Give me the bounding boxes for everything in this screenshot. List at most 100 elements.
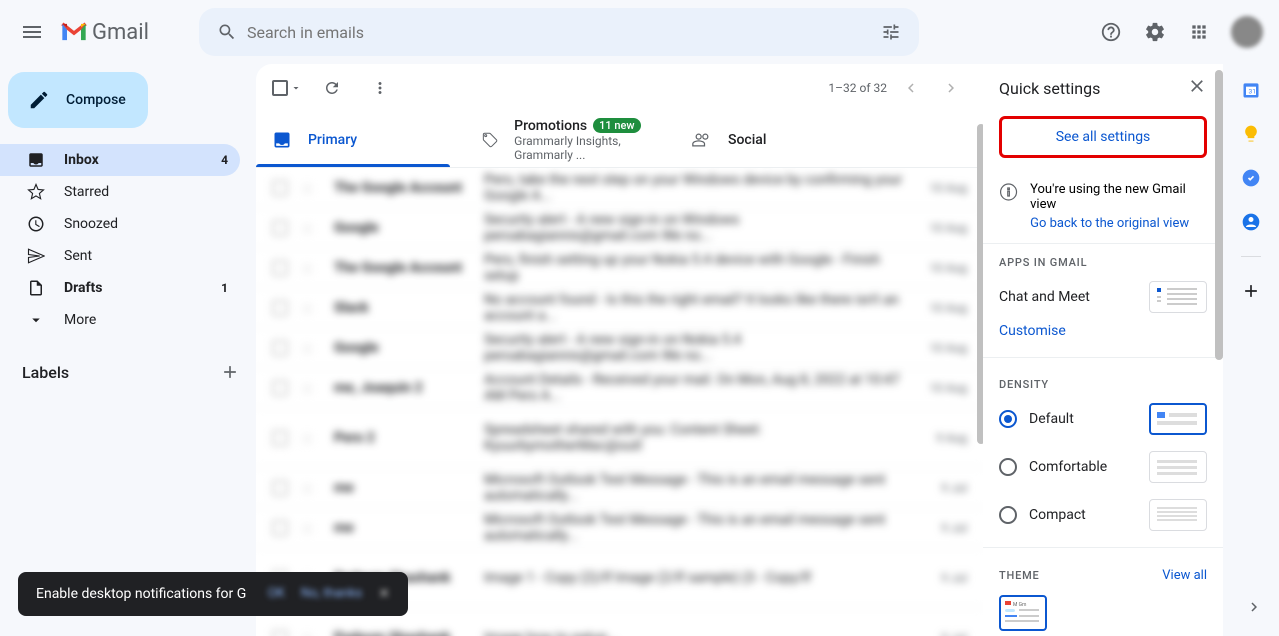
tab-promotions[interactable]: Promotions 11 new Grammarly Insights, Gr… — [466, 112, 676, 167]
email-row[interactable]: ☆GoogleSecurity alert - A new sign-in on… — [256, 208, 983, 248]
search-bar — [199, 8, 919, 56]
refresh-button[interactable] — [322, 78, 342, 98]
density-thumbnail — [1149, 499, 1207, 531]
email-row[interactable]: ☆meMicrosoft Outlook Test Message - This… — [256, 508, 983, 548]
contacts-app-icon[interactable] — [1241, 212, 1261, 232]
tab-label: Primary — [308, 132, 357, 148]
nav-count: 4 — [221, 153, 228, 167]
qs-title: Quick settings — [999, 79, 1100, 98]
radio-icon — [999, 506, 1017, 524]
tab-label: Promotions — [514, 118, 587, 134]
compose-label: Compose — [66, 92, 126, 108]
customise-link[interactable]: Customise — [983, 321, 1223, 349]
select-all-checkbox[interactable] — [272, 80, 302, 96]
nav-more[interactable]: More — [0, 304, 240, 336]
search-options-button[interactable] — [871, 12, 911, 52]
nav-count: 1 — [221, 281, 228, 295]
main-panel: 1–32 of 32 Primary Promotions 11 new Gra… — [256, 64, 983, 636]
category-tabs: Primary Promotions 11 new Grammarly Insi… — [256, 112, 983, 168]
email-row[interactable]: ☆SlackNo account found - Is this the rig… — [256, 288, 983, 328]
qs-chat-meet-row: Chat and Meet — [983, 273, 1223, 321]
qs-apps-title: APPS IN GMAIL — [983, 244, 1223, 273]
radio-icon — [999, 410, 1017, 428]
view-all-themes-link[interactable]: View all — [1162, 568, 1207, 583]
calendar-app-icon[interactable]: 31 — [1241, 80, 1261, 100]
hamburger-icon — [20, 20, 44, 44]
tab-badge: 11 new — [593, 118, 640, 133]
nav-drafts[interactable]: Drafts 1 — [0, 272, 240, 304]
rail-expand-button[interactable] — [1245, 598, 1263, 620]
gear-icon — [1144, 21, 1166, 43]
plus-icon — [1241, 281, 1261, 301]
radio-icon — [999, 458, 1017, 476]
qs-chat-meet-label: Chat and Meet — [999, 289, 1090, 305]
compose-button[interactable]: Compose — [8, 72, 148, 128]
file-icon — [27, 279, 45, 297]
sidebar: Compose Inbox 4 Starred Snoozed Sent Dra… — [0, 64, 256, 636]
nav-label: Starred — [64, 184, 228, 200]
nav-label: Snoozed — [64, 216, 228, 232]
email-row[interactable]: ☆The Google AccountPero, finish setting … — [256, 248, 983, 288]
search-button[interactable] — [207, 12, 247, 52]
nav-snoozed[interactable]: Snoozed — [0, 208, 240, 240]
labels-header: Labels — [0, 352, 256, 392]
email-row[interactable]: ☆GoogleSecurity alert - A new sign-in on… — [256, 328, 983, 368]
prev-page-button[interactable] — [895, 72, 927, 104]
settings-button[interactable] — [1135, 12, 1175, 52]
tab-primary[interactable]: Primary — [256, 112, 466, 167]
qs-scrollbar[interactable] — [1215, 70, 1223, 360]
tab-label: Social — [728, 132, 766, 148]
density-default[interactable]: Default — [983, 395, 1223, 443]
toast-close-button[interactable]: ✕ — [378, 586, 390, 602]
apps-button[interactable] — [1179, 12, 1219, 52]
keep-app-icon[interactable] — [1241, 124, 1261, 144]
nav-label: Sent — [64, 248, 228, 264]
logo[interactable]: Gmail — [56, 20, 149, 45]
svg-text:M Gm: M Gm — [1013, 602, 1027, 608]
next-page-button[interactable] — [935, 72, 967, 104]
main-menu-button[interactable] — [8, 8, 56, 56]
plus-icon[interactable] — [220, 362, 240, 382]
more-vert-icon — [371, 79, 389, 97]
toast-no-button[interactable]: No, thanks — [301, 586, 362, 602]
email-list[interactable]: ☆The Google AccountPero, take the next s… — [256, 168, 983, 636]
see-all-settings-button[interactable]: See all settings — [999, 116, 1207, 158]
pencil-icon — [28, 89, 50, 111]
pagination-range: 1–32 of 32 — [828, 81, 887, 95]
toast-text: Enable desktop notifications for G — [36, 586, 246, 602]
svg-text:31: 31 — [1249, 87, 1256, 95]
email-row[interactable]: ☆meMicrosoft Outlook Test Message - This… — [256, 468, 983, 508]
density-compact[interactable]: Compact — [983, 491, 1223, 539]
more-button[interactable] — [370, 78, 390, 98]
tab-social[interactable]: Social — [676, 112, 886, 167]
apps-grid-icon — [1189, 22, 1209, 42]
nav-inbox[interactable]: Inbox 4 — [0, 144, 240, 176]
nav-sent[interactable]: Sent — [0, 240, 240, 272]
header-right — [1091, 12, 1271, 52]
logo-text: Gmail — [92, 20, 149, 45]
search-input[interactable] — [247, 23, 871, 42]
email-row[interactable]: ☆The Google AccountPero, take the next s… — [256, 168, 983, 208]
support-button[interactable] — [1091, 12, 1131, 52]
apps-thumbnail — [1149, 281, 1207, 313]
email-row[interactable]: ☆Pero 2Spreadsheet shared with you: Cont… — [256, 408, 983, 468]
theme-thumbnail[interactable]: M Gm — [999, 595, 1047, 631]
tasks-app-icon[interactable] — [1241, 168, 1261, 188]
toast-ok-button[interactable]: OK — [268, 586, 285, 602]
density-thumbnail — [1149, 451, 1207, 483]
chevron-right-icon — [1245, 598, 1263, 616]
density-thumbnail — [1149, 403, 1207, 435]
add-app-button[interactable] — [1241, 281, 1261, 301]
search-icon — [217, 22, 237, 42]
refresh-icon — [323, 79, 341, 97]
inbox-icon — [27, 151, 45, 169]
qs-info-link[interactable]: Go back to the original view — [1030, 216, 1207, 231]
info-icon — [999, 182, 1018, 202]
nav-starred[interactable]: Starred — [0, 176, 240, 208]
close-button[interactable] — [1187, 76, 1207, 100]
people-icon — [692, 130, 712, 150]
email-row[interactable]: ☆me, Joaquin 2Account Details - Received… — [256, 368, 983, 408]
account-avatar[interactable] — [1231, 16, 1263, 48]
close-icon — [1187, 76, 1207, 96]
density-comfortable[interactable]: Comfortable — [983, 443, 1223, 491]
